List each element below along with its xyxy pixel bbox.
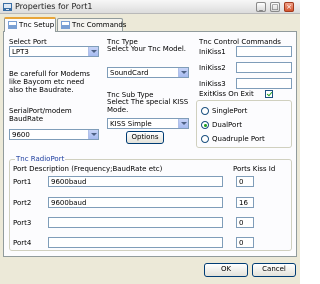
dropdown-arrow-icon[interactable]	[178, 119, 188, 128]
select-port-title: Select Port	[9, 38, 47, 46]
app-icon	[3, 3, 12, 11]
port-description-header: Port Description (Frequency;BaudRate etc…	[13, 165, 163, 173]
single-port-label: SinglePort	[212, 107, 248, 115]
tnc-subtype-prompt: Select The special KISS Mode.	[107, 98, 189, 114]
tnc-type-select[interactable]: SoundCard	[107, 67, 189, 78]
dropdown-arrow-icon[interactable]	[178, 68, 188, 77]
cancel-button[interactable]: Cancel	[252, 263, 296, 277]
port2-label: Port2	[13, 199, 32, 207]
inikiss1-label: IniKiss1	[199, 48, 226, 56]
exit-kiss-label: ExitKiss On Exit	[199, 90, 254, 98]
close-icon[interactable]: ×	[284, 2, 294, 12]
properties-window: Properties for Port1 _ □ × Tnc Setup Tnc…	[0, 0, 300, 284]
tnc-subtype-value: KISS Simple	[110, 120, 152, 128]
options-button[interactable]: Options	[126, 131, 164, 144]
minimize-icon[interactable]: _	[256, 2, 266, 12]
port1-label: Port1	[13, 178, 32, 186]
radio-quadruple-port[interactable]	[201, 135, 209, 143]
inikiss3-label: IniKiss3	[199, 80, 226, 88]
tab-label: Tnc Setup	[19, 21, 55, 29]
baudrate-warning: Be carefull for Modems like Baycom etc n…	[9, 70, 90, 94]
dual-port-label: DualPort	[212, 121, 242, 129]
port-select[interactable]: LPT3	[9, 46, 99, 57]
dropdown-arrow-icon[interactable]	[88, 47, 98, 56]
title-bar: Properties for Port1 _ □ ×	[0, 0, 300, 14]
tab-icon	[61, 21, 70, 29]
baudrate-select-value: 9600	[12, 131, 30, 139]
inikiss2-input[interactable]	[236, 62, 292, 73]
tab-tnc-setup[interactable]: Tnc Setup	[4, 17, 56, 32]
port4-description[interactable]	[48, 237, 223, 248]
quadruple-port-label: Quadruple Port	[212, 135, 265, 143]
window-title: Properties for Port1	[15, 2, 93, 11]
port3-description[interactable]	[48, 217, 223, 228]
radio-single-port[interactable]	[201, 107, 209, 115]
radio-port-title: Tnc RadioPort	[15, 155, 66, 163]
port4-label: Port4	[13, 239, 32, 247]
baudrate-label: SerialPort/modem BaudRate	[9, 107, 72, 123]
port3-label: Port3	[13, 219, 32, 227]
dropdown-arrow-icon[interactable]	[88, 130, 98, 139]
baudrate-select[interactable]: 9600	[9, 129, 99, 140]
port2-kiss-id[interactable]: 16	[236, 197, 254, 208]
inikiss2-label: IniKiss2	[199, 64, 226, 72]
tab-tnc-commands[interactable]: Tnc Commands	[57, 18, 127, 31]
tnc-type-value: SoundCard	[110, 69, 149, 77]
tnc-type-prompt: Select Your Tnc Model.	[107, 45, 187, 53]
port1-description[interactable]: 9600baud	[48, 176, 223, 187]
ok-button[interactable]: OK	[204, 263, 248, 277]
exit-kiss-checkbox[interactable]	[265, 90, 273, 98]
tab-icon	[8, 21, 17, 29]
tab-panel: Select Port LPT3 Be carefull for Modems …	[3, 31, 297, 257]
inikiss3-input[interactable]	[236, 78, 292, 89]
kiss-id-header: Ports Kiss Id	[233, 165, 276, 173]
radio-dual-port[interactable]	[201, 121, 209, 129]
port-select-value: LPT3	[12, 48, 29, 56]
port3-kiss-id[interactable]: 0	[236, 217, 254, 228]
tab-label: Tnc Commands	[72, 21, 127, 29]
port2-description[interactable]: 9600baud	[48, 197, 223, 208]
inikiss1-input[interactable]	[236, 46, 292, 57]
port4-kiss-id[interactable]: 0	[236, 237, 254, 248]
control-commands-title: Tnc Control Commands	[199, 38, 281, 46]
port1-kiss-id[interactable]: 0	[236, 176, 254, 187]
tnc-subtype-select[interactable]: KISS Simple	[107, 118, 189, 129]
maximize-icon[interactable]: □	[270, 2, 280, 12]
